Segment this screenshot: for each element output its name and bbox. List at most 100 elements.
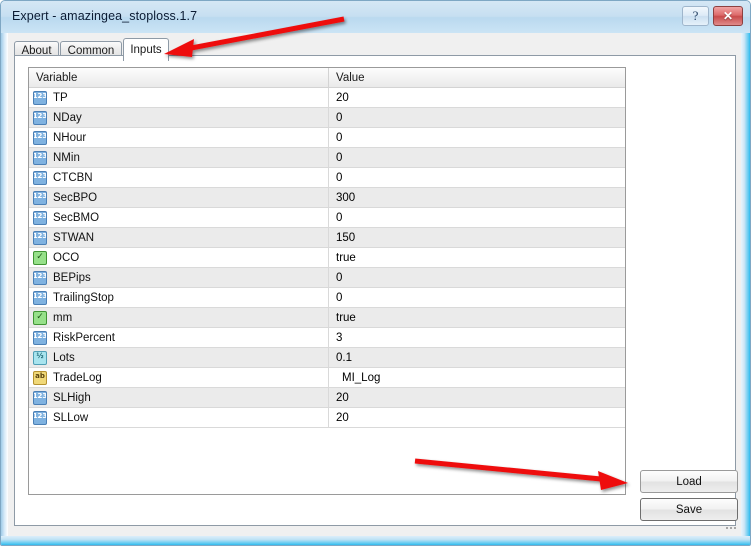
cell-value[interactable]: 3 bbox=[329, 328, 625, 347]
parameters-list[interactable]: Variable Value 123 TP 20 123 NDay 0 123 NHour 0 1… bbox=[28, 67, 626, 495]
table-row[interactable]: 123 CTCBN 0 bbox=[29, 168, 625, 188]
cancel-button[interactable]: Cancel bbox=[584, 537, 660, 546]
expert-properties-window: Expert - amazingea_stoploss.1.7 ? ✕ Abou… bbox=[0, 0, 751, 546]
column-header-value[interactable]: Value bbox=[329, 68, 625, 87]
column-header-variable[interactable]: Variable bbox=[29, 68, 329, 87]
integer-type-icon: 123 bbox=[33, 410, 47, 425]
variable-name: mm bbox=[53, 311, 73, 324]
close-button[interactable]: ✕ bbox=[713, 6, 743, 26]
cell-variable: 123 STWAN bbox=[29, 228, 329, 247]
cell-variable: 123 SecBMO bbox=[29, 208, 329, 227]
table-row[interactable]: 123 NDay 0 bbox=[29, 108, 625, 128]
integer-type-icon: 123 bbox=[33, 190, 47, 205]
question-mark-icon: ? bbox=[692, 8, 699, 23]
variable-name: NDay bbox=[53, 111, 82, 124]
cell-value[interactable]: 300 bbox=[329, 188, 625, 207]
cell-value[interactable]: MI_Log bbox=[329, 368, 625, 387]
cancel-button-label: Cancel bbox=[604, 543, 640, 546]
table-row[interactable]: 123 SecBPO 300 bbox=[29, 188, 625, 208]
cell-value[interactable]: 0 bbox=[329, 168, 625, 187]
window-title: Expert - amazingea_stoploss.1.7 bbox=[12, 9, 198, 23]
cell-variable: ✓ OCO bbox=[29, 248, 329, 267]
table-row[interactable]: 123 SLHigh 20 bbox=[29, 388, 625, 408]
integer-type-icon: 123 bbox=[33, 170, 47, 185]
integer-type-icon: 123 bbox=[33, 270, 47, 285]
integer-type-icon: 123 bbox=[33, 390, 47, 405]
variable-name: BEPips bbox=[53, 271, 91, 284]
cell-value[interactable]: 20 bbox=[329, 408, 625, 427]
cell-value[interactable]: 0 bbox=[329, 108, 625, 127]
variable-name: TP bbox=[53, 91, 68, 104]
table-row[interactable]: 123 BEPips 0 bbox=[29, 268, 625, 288]
cell-variable: 123 TP bbox=[29, 88, 329, 107]
integer-type-icon: 123 bbox=[33, 330, 47, 345]
reset-button[interactable]: Reset bbox=[667, 537, 743, 546]
close-x-icon: ✕ bbox=[722, 9, 734, 23]
table-row[interactable]: ab TradeLog MI_Log bbox=[29, 368, 625, 388]
tab-inputs-label: Inputs bbox=[130, 44, 162, 56]
save-button-label: Save bbox=[675, 503, 703, 516]
integer-type-icon: 123 bbox=[33, 230, 47, 245]
integer-type-icon: 123 bbox=[33, 150, 47, 165]
load-button[interactable]: Load bbox=[640, 470, 738, 493]
cell-variable: ✓ mm bbox=[29, 308, 329, 327]
variable-name: SecBPO bbox=[53, 191, 98, 204]
boolean-type-icon: ✓ bbox=[33, 310, 47, 325]
cell-variable: 123 NHour bbox=[29, 128, 329, 147]
integer-type-icon: 123 bbox=[33, 290, 47, 305]
variable-name: SLLow bbox=[53, 411, 89, 424]
table-row[interactable]: 123 NMin 0 bbox=[29, 148, 625, 168]
cell-variable: 123 SLLow bbox=[29, 408, 329, 427]
cell-variable: 123 SecBPO bbox=[29, 188, 329, 207]
cell-value[interactable]: 0 bbox=[329, 148, 625, 167]
cell-value[interactable]: 0.1 bbox=[329, 348, 625, 367]
ok-button-label: OK bbox=[531, 543, 548, 546]
table-row[interactable]: ✓ OCO true bbox=[29, 248, 625, 268]
load-button-label: Load bbox=[676, 475, 702, 488]
table-row[interactable]: 123 NHour 0 bbox=[29, 128, 625, 148]
ok-button[interactable]: OK bbox=[501, 537, 577, 546]
cell-value[interactable]: true bbox=[329, 248, 625, 267]
variable-name: SLHigh bbox=[53, 391, 91, 404]
cell-variable: 123 RiskPercent bbox=[29, 328, 329, 347]
integer-type-icon: 123 bbox=[33, 90, 47, 105]
table-row[interactable]: 123 STWAN 150 bbox=[29, 228, 625, 248]
cell-value[interactable]: 0 bbox=[329, 288, 625, 307]
reset-button-label: Reset bbox=[690, 543, 720, 546]
cell-variable: 123 NMin bbox=[29, 148, 329, 167]
cell-variable: 123 NDay bbox=[29, 108, 329, 127]
table-row[interactable]: 123 RiskPercent 3 bbox=[29, 328, 625, 348]
cell-variable: ½ Lots bbox=[29, 348, 329, 367]
cell-value[interactable]: 20 bbox=[329, 388, 625, 407]
integer-type-icon: 123 bbox=[33, 210, 47, 225]
cell-variable: 123 TrailingStop bbox=[29, 288, 329, 307]
cell-value[interactable]: 150 bbox=[329, 228, 625, 247]
list-header-row: Variable Value bbox=[29, 68, 625, 88]
variable-name: RiskPercent bbox=[53, 331, 115, 344]
cell-value[interactable]: 0 bbox=[329, 128, 625, 147]
table-row[interactable]: 123 SecBMO 0 bbox=[29, 208, 625, 228]
table-row[interactable]: 123 TP 20 bbox=[29, 88, 625, 108]
table-row[interactable]: 123 TrailingStop 0 bbox=[29, 288, 625, 308]
table-row[interactable]: ✓ mm true bbox=[29, 308, 625, 328]
string-type-icon: ab bbox=[33, 370, 47, 385]
variable-name: OCO bbox=[53, 251, 80, 264]
variable-name: Lots bbox=[53, 351, 75, 364]
boolean-type-icon: ✓ bbox=[33, 250, 47, 265]
variable-name: NMin bbox=[53, 151, 80, 164]
cell-value[interactable]: true bbox=[329, 308, 625, 327]
title-bar[interactable]: Expert - amazingea_stoploss.1.7 ? ✕ bbox=[1, 1, 750, 33]
save-button[interactable]: Save bbox=[640, 498, 738, 521]
help-button[interactable]: ? bbox=[682, 6, 709, 26]
tab-inputs[interactable]: Inputs bbox=[123, 38, 169, 61]
cell-variable: 123 SLHigh bbox=[29, 388, 329, 407]
inputs-tab-page: Variable Value 123 TP 20 123 NDay 0 123 NHour 0 1… bbox=[14, 55, 738, 526]
cell-value[interactable]: 20 bbox=[329, 88, 625, 107]
integer-type-icon: 123 bbox=[33, 110, 47, 125]
cell-value[interactable]: 0 bbox=[329, 268, 625, 287]
cell-variable: 123 CTCBN bbox=[29, 168, 329, 187]
table-row[interactable]: ½ Lots 0.1 bbox=[29, 348, 625, 368]
table-row[interactable]: 123 SLLow 20 bbox=[29, 408, 625, 428]
list-body: 123 TP 20 123 NDay 0 123 NHour 0 123 NMin 0 123 CTCBN… bbox=[29, 88, 625, 428]
cell-value[interactable]: 0 bbox=[329, 208, 625, 227]
